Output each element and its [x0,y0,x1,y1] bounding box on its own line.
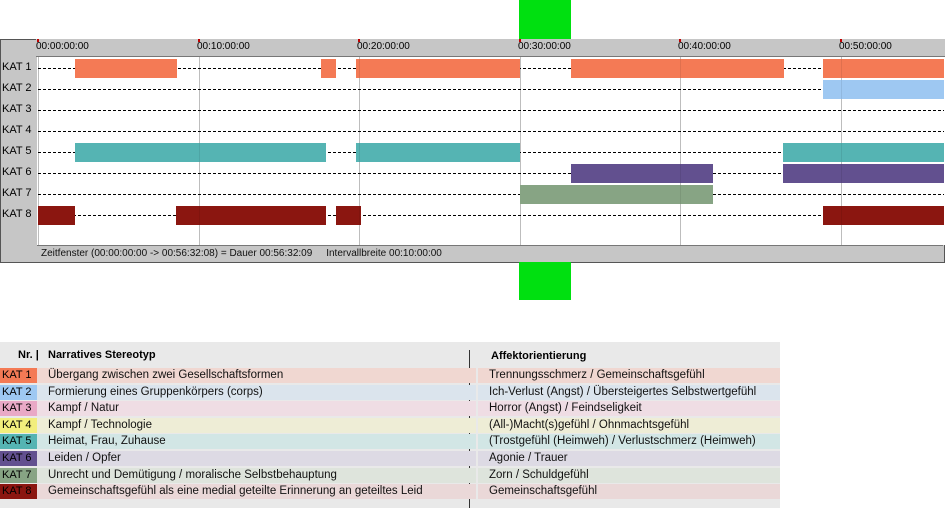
legend-affekt-text: Agonie / Trauer [489,452,568,464]
legend-color-tag: KAT 2 [0,384,37,400]
segment-kat5-2[interactable] [356,143,520,162]
legend-row-kat3: KAT 3 Kampf / Natur Horror (Angst) / Feind… [0,401,780,417]
legend-row-kat4: KAT 4 Kampf / Technologie (All-)Macht(s)ge… [0,417,780,433]
legend-color-tag: KAT 4 [0,417,37,433]
legend-affekt-text: Ich-Verlust (Angst) / Übersteigertes Sel… [489,385,757,398]
legend-row-kat7: KAT 7 Unrecht und Demütigung / moralische… [0,467,780,483]
segment-kat8-3[interactable] [336,206,361,225]
tick-label-2: 00:20:00:00 [357,41,410,52]
segment-kat1-1[interactable] [75,59,177,78]
legend-affekt-text: (All-)Macht(s)gefühl / Ohnmachtsgefühl [489,418,690,431]
segment-kat1-4[interactable] [571,59,784,78]
legend-header-stereotyp: Narratives Stereotyp [48,349,156,361]
segment-kat8-1[interactable] [38,206,75,225]
segment-kat7-1[interactable] [520,185,713,204]
playhead-cursor-top[interactable] [519,0,571,40]
legend-stereotyp-text: Kampf / Natur [48,402,119,415]
legend-stereotyp-text: Unrecht und Demütigung / moralische Selb… [48,468,337,481]
segment-kat6-2[interactable] [783,164,944,183]
legend-color-tag: KAT 6 [0,451,37,466]
lane-label-kat6: KAT 6 [2,166,32,178]
timeline-panel: 00:00:00:00 00:10:00:00 00:20:00:00 00:30:0… [0,39,945,263]
legend-stereotyp-text: Leiden / Opfer [48,452,121,464]
legend-row-kat1: KAT 1 Übergang zwischen zwei Gesellschaft… [0,368,780,383]
tick-label-3: 00:30:00:00 [518,41,571,52]
segment-kat6-1[interactable] [571,164,713,183]
legend-row-kat8: KAT 8 Gemeinschaftsgefühl als eine medial… [0,484,780,500]
interval-width-text: Intervallbreite 00:10:00:00 [326,248,442,259]
lane-label-kat8: KAT 8 [2,208,32,220]
segment-kat5-3[interactable] [783,143,944,162]
tick-label-1: 00:10:00:00 [197,41,250,52]
legend-stereotyp-text: Kampf / Technologie [48,418,152,431]
segment-kat1-3[interactable] [356,59,520,78]
legend-color-tag: KAT 3 [0,401,37,417]
legend-header-nr: Nr. | [18,349,39,361]
segment-kat1-2[interactable] [321,59,336,78]
legend-affekt-text: Trennungsschmerz / Gemeinschaftsgefühl [489,369,705,381]
lane-label-kat4: KAT 4 [2,124,32,136]
legend-affekt-text: Zorn / Schuldgefühl [489,468,589,481]
segment-kat8-2[interactable] [176,206,326,225]
legend-stereotyp-text: Formierung eines Gruppenkörpers (corps) [48,385,263,398]
tick-label-5: 00:50:00:00 [839,41,892,52]
legend-affekt-text: (Trostgefühl (Heimweh) / Verlustschmerz … [489,435,756,448]
legend-stereotyp-text: Heimat, Frau, Zuhause [48,435,166,448]
lane-label-kat7: KAT 7 [2,187,32,199]
lane-label-kat2: KAT 2 [2,82,32,94]
lane-label-kat3: KAT 3 [2,103,32,115]
legend-stereotyp-text: Gemeinschaftsgefühl als eine medial gete… [48,485,423,498]
timeline-graphics [38,57,944,245]
legend-color-tag: KAT 1 [0,368,37,383]
lane-label-kat1: KAT 1 [2,61,32,73]
tick-label-0: 00:00:00:00 [36,41,89,52]
legend-color-tag: KAT 7 [0,467,37,483]
legend-color-tag: KAT 8 [0,484,37,500]
lane-label-kat5: KAT 5 [2,145,32,157]
legend-row-kat5: KAT 5 Heimat, Frau, Zuhause (Trostgefühl (… [0,434,780,450]
segment-kat5-1[interactable] [75,143,326,162]
legend-affekt-text: Horror (Angst) / Feindseligkeit [489,402,642,415]
tick-label-4: 00:40:00:00 [678,41,731,52]
timeline-status-bar: Zeitfenster (00:00:00:00 -> 00:56:32:08)… [37,245,943,261]
legend-stereotyp-text: Übergang zwischen zwei Gesellschaftsform… [48,369,284,381]
playhead-cursor-bottom[interactable] [519,262,571,300]
category-legend-table: Nr. | Narratives Stereotyp Affektorienti… [0,342,780,508]
legend-row-kat6: KAT 6 Leiden / Opfer Agonie / Trauer [0,451,780,466]
legend-header-affekt: Affektorientierung [491,350,587,362]
legend-color-tag: KAT 5 [0,434,37,450]
legend-affekt-text: Gemeinschaftsgefühl [489,485,598,498]
legend-row-kat2: KAT 2 Formierung eines Gruppenkörpers (co… [0,384,780,400]
time-window-text: Zeitfenster (00:00:00:00 -> 00:56:32:08)… [41,248,313,259]
